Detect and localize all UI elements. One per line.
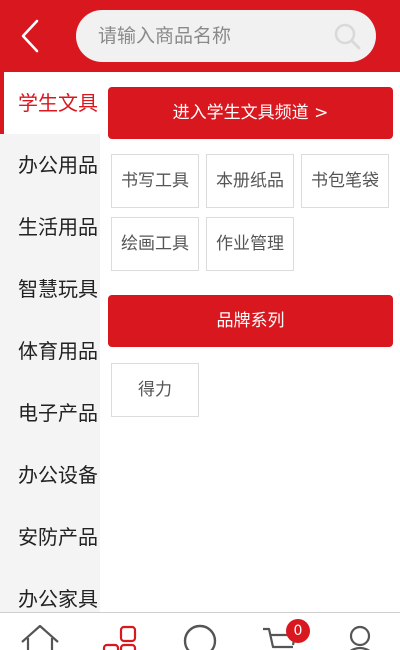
subcategory-tag[interactable]: 书写工具 — [111, 154, 199, 208]
sidebar-item-office-supplies[interactable]: 办公用品 — [0, 134, 100, 196]
enter-channel-button[interactable]: 进入学生文具频道 > — [108, 87, 393, 139]
sidebar-item-student-stationery[interactable]: 学生文具 — [0, 72, 100, 134]
sidebar-item-office-equipment[interactable]: 办公设备 — [0, 444, 100, 506]
discover-icon — [183, 624, 217, 650]
user-icon — [349, 625, 371, 650]
brand-series-header: 品牌系列 — [108, 295, 393, 347]
nav-home[interactable] — [0, 613, 80, 650]
search-icon[interactable] — [332, 21, 362, 51]
home-icon — [21, 624, 59, 650]
search-input[interactable] — [98, 10, 318, 62]
bottom-nav: 0 — [0, 612, 400, 650]
sidebar-item-office-furniture[interactable]: 办公家具 — [0, 568, 100, 612]
nav-user[interactable] — [320, 613, 400, 650]
nav-discover[interactable] — [160, 613, 240, 650]
nav-cart[interactable]: 0 — [240, 613, 320, 650]
subcategory-tag[interactable]: 绘画工具 — [111, 217, 199, 271]
top-bar — [0, 0, 400, 72]
sidebar-item-smart-toys[interactable]: 智慧玩具 — [0, 258, 100, 320]
category-content: 进入学生文具频道 > 书写工具 本册纸品 书包笔袋 绘画工具 作业管理 品牌系列… — [100, 72, 400, 612]
sidebar-item-sports-goods[interactable]: 体育用品 — [0, 320, 100, 382]
category-sidebar: 学生文具 办公用品 生活用品 智慧玩具 体育用品 电子产品 办公设备 安防产品 … — [0, 72, 100, 612]
search-bar[interactable] — [76, 10, 376, 62]
back-button[interactable] — [10, 14, 54, 58]
sidebar-item-security-products[interactable]: 安防产品 — [0, 506, 100, 568]
brand-tag[interactable]: 得力 — [111, 363, 199, 417]
nav-category[interactable] — [80, 613, 160, 650]
category-icon — [102, 625, 137, 650]
subcategory-tag[interactable]: 本册纸品 — [206, 154, 294, 208]
sidebar-item-electronics[interactable]: 电子产品 — [0, 382, 100, 444]
sidebar-item-daily-goods[interactable]: 生活用品 — [0, 196, 100, 258]
cart-count-badge: 0 — [286, 619, 310, 643]
subcategory-tag[interactable]: 作业管理 — [206, 217, 294, 271]
subcategory-tag[interactable]: 书包笔袋 — [301, 154, 389, 208]
chevron-left-icon — [21, 19, 39, 53]
